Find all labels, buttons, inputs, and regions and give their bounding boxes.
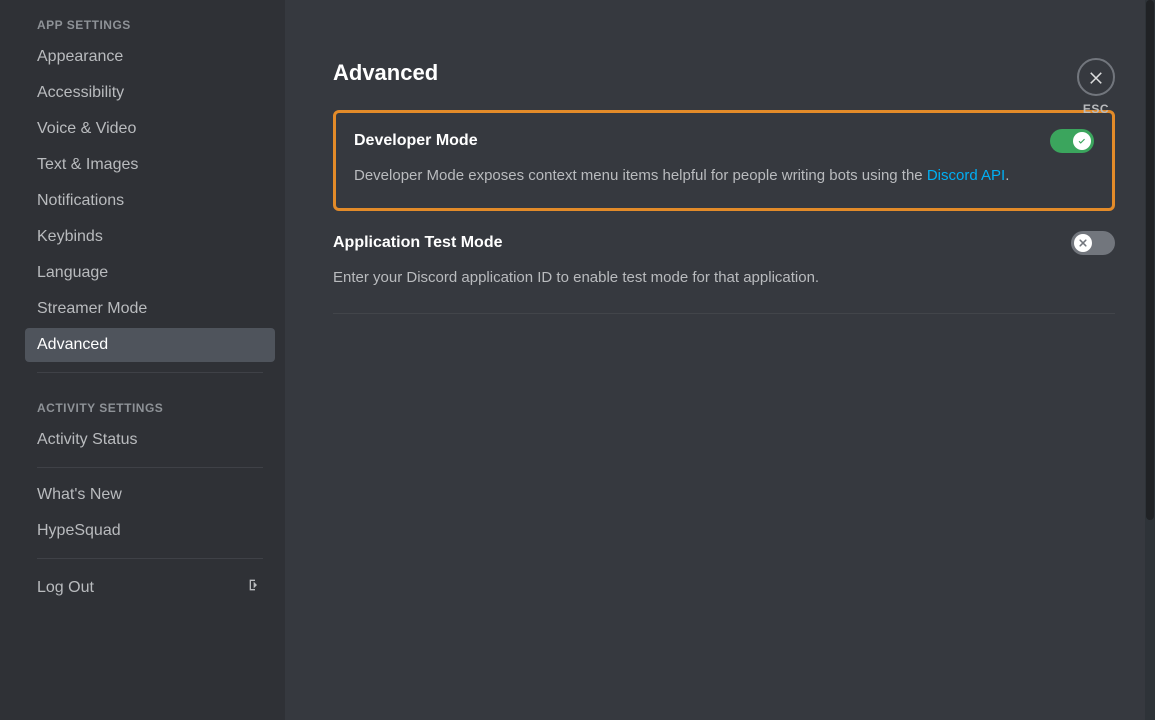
toggle-knob — [1073, 132, 1091, 150]
app-test-mode-block: Application Test Mode Enter your Discord… — [333, 211, 1115, 315]
sidebar-item-whats-new[interactable]: What's New — [25, 478, 275, 512]
developer-mode-toggle[interactable] — [1050, 129, 1094, 153]
sidebar-item-streamer-mode[interactable]: Streamer Mode — [25, 292, 275, 326]
sidebar-item-notifications[interactable]: Notifications — [25, 184, 275, 218]
logout-icon — [247, 577, 263, 598]
close-label: ESC — [1077, 102, 1115, 116]
sidebar-item-activity-status[interactable]: Activity Status — [25, 423, 275, 457]
page-title: Advanced — [333, 60, 1115, 86]
scrollbar-track[interactable] — [1145, 0, 1155, 720]
app-test-mode-desc: Enter your Discord application ID to ena… — [333, 267, 1115, 290]
sidebar-item-voice-video[interactable]: Voice & Video — [25, 112, 275, 146]
sidebar-item-language[interactable]: Language — [25, 256, 275, 290]
sidebar-item-logout[interactable]: Log Out — [25, 569, 275, 606]
close-area: ESC — [1077, 58, 1115, 116]
logout-label: Log Out — [37, 579, 94, 597]
sidebar-item-accessibility[interactable]: Accessibility — [25, 76, 275, 110]
divider — [37, 372, 263, 373]
close-button[interactable] — [1077, 58, 1115, 96]
x-icon — [1077, 237, 1089, 249]
sidebar-item-keybinds[interactable]: Keybinds — [25, 220, 275, 254]
toggle-knob — [1074, 234, 1092, 252]
sidebar-item-hypesquad[interactable]: HypeSquad — [25, 514, 275, 548]
developer-mode-desc: Developer Mode exposes context menu item… — [354, 165, 1094, 188]
scrollbar-thumb[interactable] — [1146, 0, 1154, 520]
close-icon — [1087, 68, 1105, 86]
app-test-mode-toggle[interactable] — [1071, 231, 1115, 255]
check-icon — [1076, 135, 1088, 147]
settings-sidebar: APP SETTINGS Appearance Accessibility Vo… — [0, 0, 285, 720]
developer-mode-title: Developer Mode — [354, 132, 478, 150]
sidebar-item-text-images[interactable]: Text & Images — [25, 148, 275, 182]
main-content: Advanced Developer Mode Developer Mode e… — [285, 0, 1155, 720]
developer-mode-highlight: Developer Mode Developer Mode exposes co… — [333, 110, 1115, 211]
divider — [37, 467, 263, 468]
app-test-mode-title: Application Test Mode — [333, 234, 502, 252]
discord-api-link[interactable]: Discord API — [927, 167, 1005, 184]
sidebar-item-advanced[interactable]: Advanced — [25, 328, 275, 362]
section-header-activity-settings: ACTIVITY SETTINGS — [25, 383, 275, 421]
section-header-app-settings: APP SETTINGS — [25, 0, 275, 38]
divider — [37, 558, 263, 559]
sidebar-item-appearance[interactable]: Appearance — [25, 40, 275, 74]
